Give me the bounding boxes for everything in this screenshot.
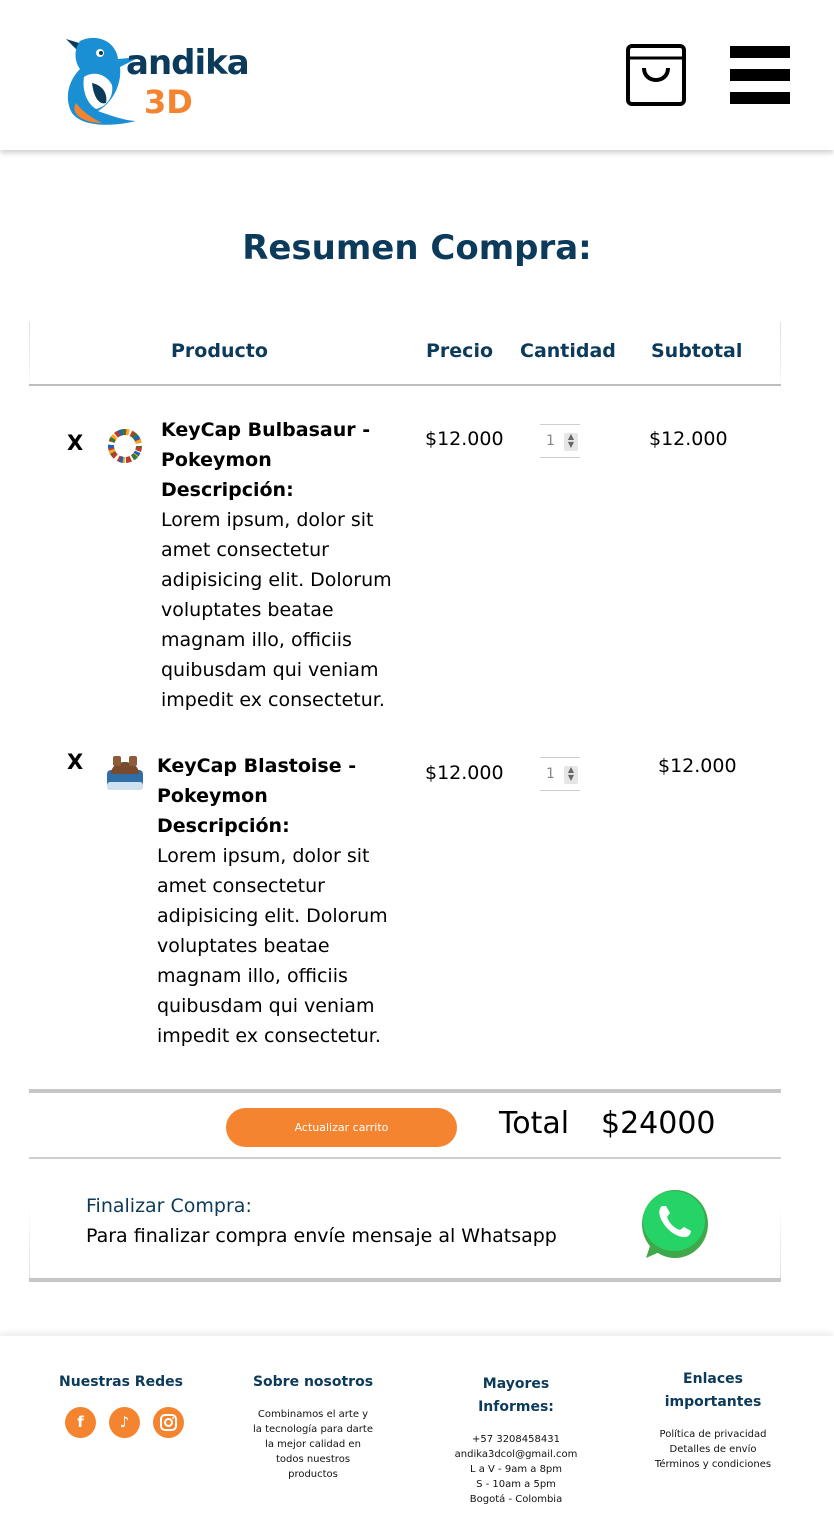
header-quantity: Cantidad [520,340,616,362]
footer-info-title: Mayores Informes: [430,1373,602,1419]
brand-name: andika [126,43,250,83]
shopping-bag-icon [626,44,686,106]
spinner-arrows-icon[interactable]: ▲ ▼ [564,766,578,784]
header-divider [29,384,781,386]
product-image[interactable] [105,426,145,466]
info-title-line: Informes: [478,1399,554,1415]
remove-item-button[interactable]: X [67,750,83,774]
quantity-stepper[interactable]: 1 ▲ ▼ [540,424,580,458]
brand-suffix: 3D [144,83,193,121]
footer-about-title: Sobre nosotros [252,1374,374,1390]
finalize-divider [29,1157,781,1159]
product-image[interactable] [105,752,145,792]
finalize-title: Finalizar Compra: [86,1195,252,1217]
facebook-icon[interactable]: f [65,1407,96,1438]
footer-links-title: Enlaces importantes [630,1368,796,1414]
site-footer: Nuestras Redes f ♪ Sobre nosotros Combin… [0,1336,834,1536]
info-hours: L a V - 9am a 8pm [469,1464,563,1475]
instagram-glyph [160,1414,177,1431]
menu-bar [730,92,790,104]
footer-about-text: Combinamos el arte y la tecnología para … [230,1407,396,1482]
footer-info-text: +57 3208458431 andika3dcol@gmail.com L a… [430,1432,602,1507]
product-description-label: Descripción: [157,815,290,837]
tiktok-icon[interactable]: ♪ [109,1407,140,1438]
brand-logo[interactable]: andika 3D [62,33,262,128]
instagram-icon[interactable] [153,1407,184,1438]
header-price: Precio [426,340,494,362]
product-name: KeyCap Blastoise - Pokeymon [157,755,357,807]
card-edge [780,322,781,1282]
links-title-line: importantes [664,1394,762,1410]
about-line: la tecnología para darte [253,1424,373,1435]
product-description: Lorem ipsum, dolor sit amet consectetur … [161,509,392,711]
quantity-value: 1 [546,766,555,782]
whatsapp-icon [642,1190,708,1258]
terms-conditions-link[interactable]: Términos y condiciones [630,1457,796,1472]
finalize-instructions: Para finalizar compra envíe mensaje al W… [86,1225,557,1247]
quantity-value: 1 [546,433,555,449]
about-line: la mejor calidad en [265,1439,361,1450]
header-product: Producto [171,340,268,362]
site-header: andika 3D [0,0,834,150]
remove-item-button[interactable]: X [67,431,83,455]
menu-bar [730,46,790,58]
spinner-arrows-icon[interactable]: ▲ ▼ [564,433,578,451]
about-line: productos [288,1469,338,1480]
product-description: Lorem ipsum, dolor sit amet consectetur … [157,845,388,1047]
card-edge [29,322,30,1282]
product-price: $12.000 [425,428,504,450]
total-label: Total [499,1106,570,1141]
privacy-policy-link[interactable]: Política de privacidad [630,1427,796,1442]
product-name: KeyCap Bulbasaur - Pokeymon [161,419,371,471]
card-bottom-border [29,1278,781,1282]
product-price: $12.000 [425,762,504,784]
menu-bar [730,69,790,81]
info-email[interactable]: andika3dcol@gmail.com [430,1447,602,1462]
page-title: Resumen Compra: [242,228,592,268]
header-subtotal: Subtotal [651,340,743,362]
about-line: todos nuestros [275,1454,351,1465]
whatsapp-button[interactable] [640,1184,710,1260]
shipping-details-link[interactable]: Detalles de envío [630,1442,796,1457]
product-subtotal: $12.000 [658,755,737,777]
product-description-label: Descripción: [161,479,294,501]
update-cart-button[interactable]: Actualizar carrito [226,1108,457,1147]
product-subtotal: $12.000 [649,428,728,450]
info-title-line: Mayores [482,1376,550,1392]
cart-button[interactable] [626,44,686,106]
about-line: Combinamos el arte y [257,1409,369,1420]
footer-social-title: Nuestras Redes [59,1374,183,1390]
keycap-ring-image [108,429,142,463]
info-location: Bogotá - Colombia [469,1494,563,1505]
total-divider [29,1089,781,1093]
keycap-blastoise-image [107,756,143,790]
hamburger-menu-button[interactable] [730,46,790,106]
info-phone[interactable]: +57 3208458431 [430,1432,602,1447]
links-title-line: Enlaces [683,1371,743,1387]
info-hours: S - 10am a 5pm [476,1479,556,1490]
quantity-stepper[interactable]: 1 ▲ ▼ [540,757,580,791]
total-value: $24000 [601,1106,716,1141]
footer-links-list: Política de privacidad Detalles de envío… [630,1427,796,1472]
